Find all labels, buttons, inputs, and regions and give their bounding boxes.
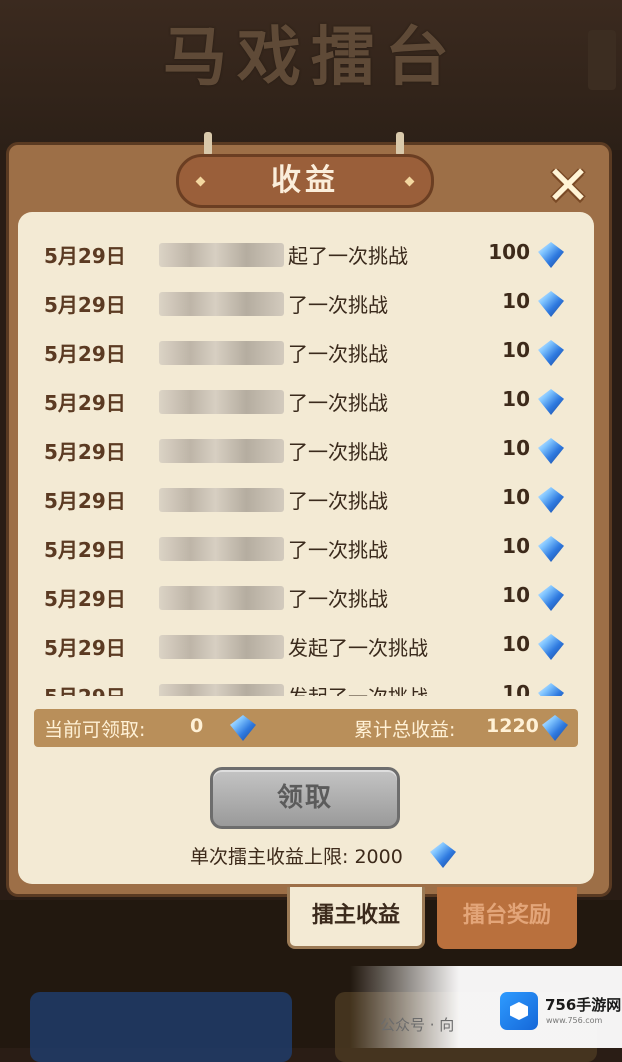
blurred-player-name <box>159 390 284 414</box>
blurred-player-name <box>159 635 284 659</box>
summary-bar: 当前可领取: 0 累计总收益: 1220 <box>34 709 578 747</box>
earnings-limit-text: 单次擂主收益上限: 2000 <box>190 846 403 868</box>
diamond-icon <box>538 536 564 562</box>
row-date: 5月29日 <box>44 681 126 696</box>
watermark-text: 公众号 · 向 <box>380 1016 455 1034</box>
blurred-player-name <box>159 684 284 696</box>
row-amount: 10 <box>502 681 530 696</box>
diamond-icon <box>538 585 564 611</box>
row-message: 了一次挑战 <box>288 440 388 464</box>
blurred-player-name <box>159 488 284 512</box>
row-message: 发起了一次挑战 <box>288 636 428 660</box>
blurred-player-name <box>159 439 284 463</box>
row-date: 5月29日 <box>44 391 126 415</box>
diamond-icon <box>538 438 564 464</box>
row-amount: 10 <box>502 534 530 558</box>
claimable-label: 当前可领取: <box>44 719 146 741</box>
earnings-row: 5月29日 了一次挑战 10 <box>18 575 594 624</box>
row-date: 5月29日 <box>44 587 126 611</box>
dialog-title: 收益 <box>271 163 339 198</box>
background-side-icon <box>588 30 616 90</box>
diamond-icon <box>538 487 564 513</box>
row-date: 5月29日 <box>44 244 126 268</box>
claim-button[interactable]: 领取 <box>210 767 400 829</box>
earnings-row: 5月29日 发起了一次挑战 10 <box>18 624 594 673</box>
diamond-icon <box>538 340 564 366</box>
row-date: 5月29日 <box>44 489 126 513</box>
watermark-logo-icon <box>500 992 538 1030</box>
earnings-row: 5月29日 了一次挑战 10 <box>18 330 594 379</box>
row-amount: 10 <box>502 436 530 460</box>
diamond-icon <box>538 683 564 696</box>
diamond-icon <box>538 242 564 268</box>
tab-champion-earnings[interactable]: 擂主收益 <box>287 887 425 949</box>
background-title: 马戏擂台 <box>163 21 459 95</box>
row-date: 5月29日 <box>44 636 126 660</box>
blurred-player-name <box>159 586 284 610</box>
row-message: 了一次挑战 <box>288 342 388 366</box>
earnings-row: 5月29日 了一次挑战 10 <box>18 428 594 477</box>
tab-champion-earnings-label: 擂主收益 <box>311 903 400 928</box>
diamond-icon <box>538 634 564 660</box>
claim-button-label: 领取 <box>276 783 333 813</box>
blurred-player-name <box>159 537 284 561</box>
diamond-icon <box>538 389 564 415</box>
total-earnings-value: 1220 <box>486 715 539 737</box>
dialog-header-plate: 收益 <box>176 154 434 208</box>
hanger-right <box>396 132 404 156</box>
earnings-row: 5月29日 了一次挑战 10 <box>18 526 594 575</box>
earnings-row: 5月29日 起了一次挑战 100 <box>18 232 594 281</box>
diamond-icon <box>542 715 568 741</box>
row-amount: 10 <box>502 485 530 509</box>
hanger-left <box>204 132 212 156</box>
row-message: 发起了一次挑战 <box>288 681 428 696</box>
row-amount: 10 <box>502 289 530 313</box>
earnings-row: 5月29日 了一次挑战 10 <box>18 379 594 428</box>
watermark-url: www.756.com <box>546 1016 603 1025</box>
header-ornament-left <box>195 176 206 187</box>
row-amount: 10 <box>502 387 530 411</box>
earnings-list[interactable]: 5月29日 起了一次挑战 100 5月29日 了一次挑战 10 5月29日 了一次挑战 10 5月… <box>18 232 594 696</box>
row-amount: 10 <box>502 632 530 656</box>
row-message: 了一次挑战 <box>288 391 388 415</box>
watermark-brand: 756手游网 <box>545 996 622 1014</box>
blurred-player-name <box>159 243 284 267</box>
row-date: 5月29日 <box>44 440 126 464</box>
earnings-row: 5月29日 发起了一次挑战 10 <box>18 673 594 696</box>
row-date: 5月29日 <box>44 293 126 317</box>
row-date: 5月29日 <box>44 342 126 366</box>
diamond-icon <box>538 291 564 317</box>
claimable-value: 0 <box>190 715 204 737</box>
background-blue-button <box>30 992 292 1062</box>
row-message: 了一次挑战 <box>288 489 388 513</box>
blurred-player-name <box>159 341 284 365</box>
tab-arena-rewards[interactable]: 擂台奖励 <box>437 887 577 949</box>
row-amount: 10 <box>502 583 530 607</box>
total-earnings-label: 累计总收益: <box>354 719 456 741</box>
row-message: 了一次挑战 <box>288 538 388 562</box>
diamond-icon <box>230 715 256 741</box>
row-message: 了一次挑战 <box>288 293 388 317</box>
row-amount: 100 <box>488 240 530 264</box>
row-message: 了一次挑战 <box>288 587 388 611</box>
row-amount: 10 <box>502 338 530 362</box>
row-message: 起了一次挑战 <box>288 244 408 268</box>
row-date: 5月29日 <box>44 538 126 562</box>
blurred-player-name <box>159 292 284 316</box>
close-x-icon[interactable]: ✕ <box>540 158 596 214</box>
tab-arena-rewards-label: 擂台奖励 <box>462 903 551 928</box>
earnings-row: 5月29日 了一次挑战 10 <box>18 281 594 330</box>
earnings-row: 5月29日 了一次挑战 10 <box>18 477 594 526</box>
header-ornament-right <box>404 176 415 187</box>
